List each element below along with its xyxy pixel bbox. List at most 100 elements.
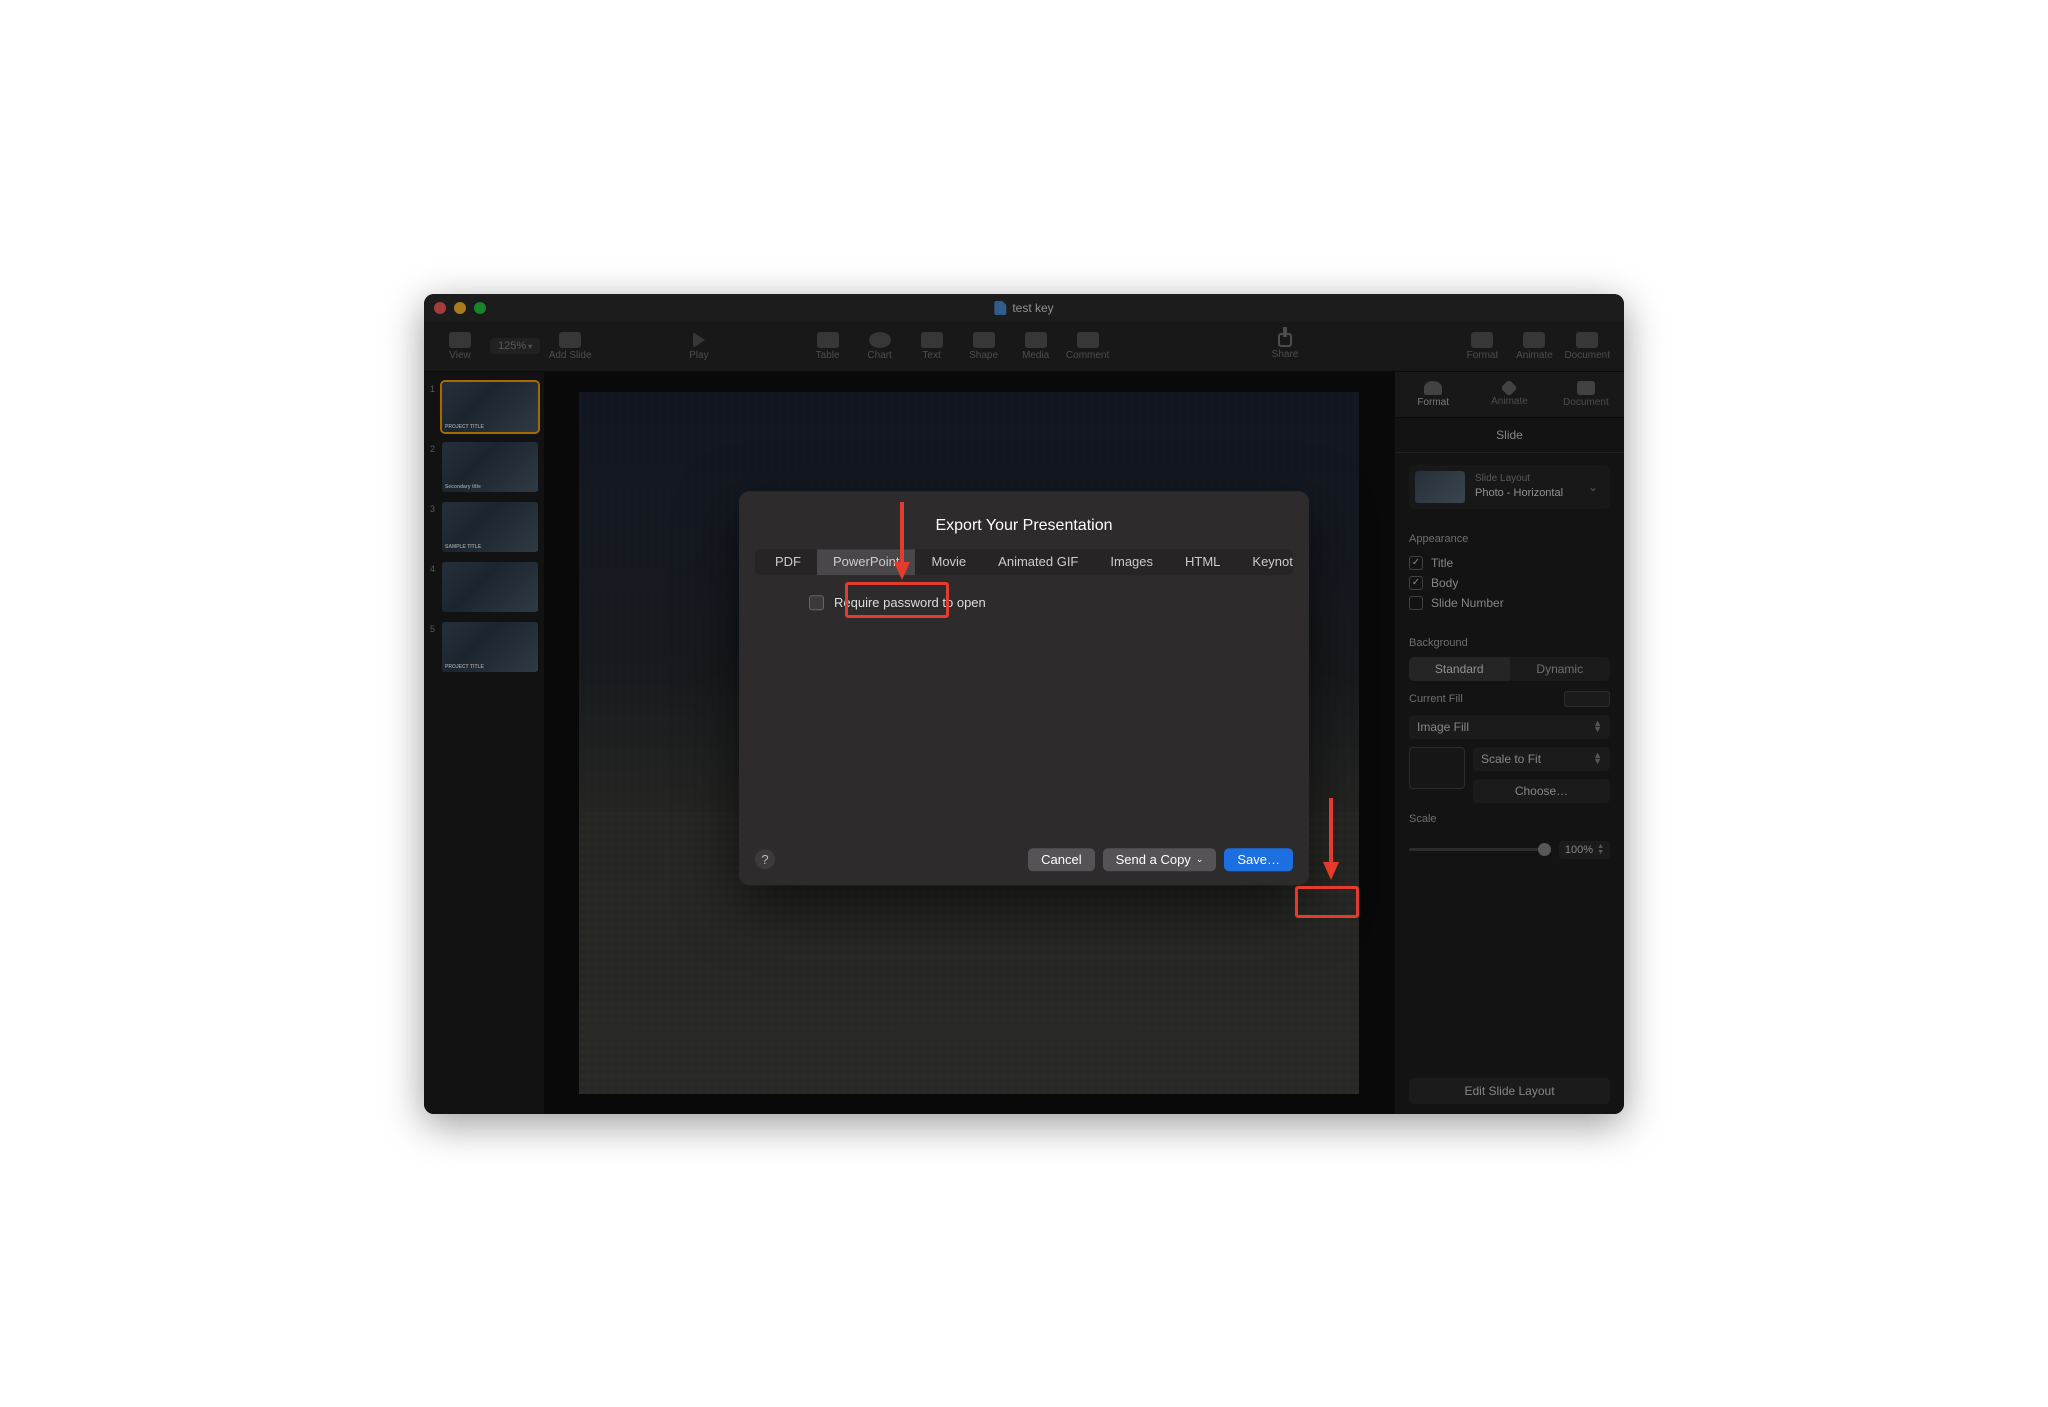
toolbar-table[interactable]: Table [806, 332, 850, 361]
require-password-label: Require password to open [834, 595, 986, 610]
layout-thumb [1415, 471, 1465, 503]
toolbar-document[interactable]: Document [1564, 332, 1610, 361]
choose-image-button[interactable]: Choose… [1473, 779, 1610, 803]
require-password-row[interactable]: Require password to open [739, 575, 1309, 610]
play-icon [693, 332, 705, 348]
thumb-number: 5 [430, 622, 438, 634]
chart-icon [869, 332, 891, 348]
thumb-image: PROJECT TITLE [442, 382, 538, 432]
export-tab-html[interactable]: HTML [1169, 549, 1236, 575]
cancel-button[interactable]: Cancel [1028, 848, 1094, 871]
window-traffic-lights [434, 302, 486, 314]
thumb-number: 3 [430, 502, 438, 514]
thumb-image [442, 562, 538, 612]
animate-icon [1501, 379, 1518, 396]
minimize-window-button[interactable] [454, 302, 466, 314]
slider-knob[interactable] [1538, 843, 1551, 856]
export-tab-images[interactable]: Images [1094, 549, 1169, 575]
text-icon [921, 332, 943, 348]
document-icon [994, 301, 1006, 315]
dialog-title: Export Your Presentation [739, 491, 1309, 549]
toolbar-text[interactable]: Text [910, 332, 954, 361]
zoom-window-button[interactable] [474, 302, 486, 314]
checkbox-icon[interactable] [809, 595, 824, 610]
dialog-footer: ? Cancel Send a Copy ⌄ Save… [739, 834, 1309, 885]
slide-thumbnail[interactable]: 5 PROJECT TITLE [430, 622, 538, 672]
app-window: test key View 125% ▾ Add Slide Play Tabl… [424, 294, 1624, 1114]
scale-value[interactable]: 100% ▲▼ [1559, 841, 1610, 859]
thumb-number: 1 [430, 382, 438, 394]
edit-slide-layout-button[interactable]: Edit Slide Layout [1409, 1078, 1610, 1104]
export-tab-pdf[interactable]: PDF [755, 549, 817, 575]
inspector-tab-document[interactable]: Document [1548, 372, 1624, 417]
appearance-label: Appearance [1409, 533, 1610, 545]
export-dialog: Export Your Presentation PDF PowerPoint … [739, 491, 1309, 885]
toolbar-share[interactable]: Share [1263, 333, 1307, 360]
export-tab-powerpoint[interactable]: PowerPoint [817, 549, 915, 575]
comment-icon [1077, 332, 1099, 348]
inspector-tab-animate[interactable]: Animate [1471, 372, 1547, 417]
export-tab-animated-gif[interactable]: Animated GIF [982, 549, 1094, 575]
document-tb-icon [1576, 332, 1598, 348]
background-label: Background [1409, 637, 1610, 649]
slide-thumbnail[interactable]: 2Secondary title [430, 442, 538, 492]
export-tab-movie[interactable]: Movie [915, 549, 982, 575]
toolbar-add-slide[interactable]: Add Slide [548, 332, 592, 361]
shape-icon [973, 332, 995, 348]
titlebar: test key [424, 294, 1624, 322]
background-dynamic[interactable]: Dynamic [1510, 657, 1611, 681]
format-icon [1424, 381, 1442, 395]
help-button[interactable]: ? [755, 849, 775, 869]
inspector: Format Animate Document Slide Slide Layo… [1394, 372, 1624, 1114]
slide-thumbnail[interactable]: 3 SAMPLE TITLE [430, 502, 538, 552]
scale-slider[interactable] [1409, 848, 1551, 851]
background-standard[interactable]: Standard [1409, 657, 1510, 681]
appearance-body-check[interactable]: Body [1409, 573, 1610, 593]
view-icon [449, 332, 471, 348]
export-tab-keynote09[interactable]: Keynote '09 [1236, 549, 1293, 575]
share-icon [1278, 333, 1292, 347]
table-icon [817, 332, 839, 348]
slide-thumbnail[interactable]: 4 [430, 562, 538, 612]
toolbar-animate[interactable]: Animate [1512, 332, 1556, 361]
export-format-tabs: PDF PowerPoint Movie Animated GIF Images… [755, 549, 1293, 575]
toolbar-play[interactable]: Play [677, 332, 721, 361]
current-fill-label: Current Fill [1409, 693, 1463, 705]
thumb-image: SAMPLE TITLE [442, 502, 538, 552]
toolbar-shape[interactable]: Shape [962, 332, 1006, 361]
toolbar-chart[interactable]: Chart [858, 332, 902, 361]
slide-layout-picker[interactable]: Slide Layout Photo - Horizontal ⌄ [1409, 465, 1610, 509]
thumb-image: Secondary title [442, 442, 538, 492]
toolbar-zoom[interactable]: 125% ▾ [490, 338, 540, 354]
fill-type-select[interactable]: Image Fill ▲▼ [1409, 715, 1610, 739]
updown-icon: ▲▼ [1593, 721, 1602, 732]
document-icon [1577, 381, 1595, 395]
current-fill-swatch[interactable] [1564, 691, 1610, 707]
checkbox-icon [1409, 556, 1423, 570]
toolbar-format[interactable]: Format [1460, 332, 1504, 361]
toolbar-view[interactable]: View [438, 332, 482, 361]
slide-navigator[interactable]: 1 PROJECT TITLE 2Secondary title 3 SAMPLE TI… [424, 372, 544, 1114]
background-segment: Standard Dynamic [1409, 657, 1610, 681]
toolbar-media[interactable]: Media [1014, 332, 1058, 361]
send-copy-button[interactable]: Send a Copy ⌄ [1103, 848, 1217, 871]
close-window-button[interactable] [434, 302, 446, 314]
checkbox-icon [1409, 596, 1423, 610]
slide-thumbnail[interactable]: 1 PROJECT TITLE [430, 382, 538, 432]
appearance-slidenum-check[interactable]: Slide Number [1409, 593, 1610, 613]
stepper-icon[interactable]: ▲▼ [1597, 844, 1604, 855]
appearance-title-check[interactable]: Title [1409, 553, 1610, 573]
fill-preview[interactable] [1409, 747, 1465, 789]
inspector-tab-format[interactable]: Format [1395, 372, 1471, 417]
thumb-image: PROJECT TITLE [442, 622, 538, 672]
scale-mode-select[interactable]: Scale to Fit ▲▼ [1473, 747, 1610, 771]
updown-icon: ▲▼ [1593, 753, 1602, 764]
toolbar: View 125% ▾ Add Slide Play Table Chart T… [424, 322, 1624, 372]
save-button[interactable]: Save… [1224, 848, 1293, 871]
toolbar-comment[interactable]: Comment [1066, 332, 1110, 361]
chevron-down-icon: ⌄ [1196, 854, 1204, 865]
format-icon [1471, 332, 1493, 348]
document-title-text: test key [1012, 301, 1053, 315]
chevron-down-icon: ⌄ [1588, 480, 1604, 494]
inspector-tabs: Format Animate Document [1395, 372, 1624, 418]
